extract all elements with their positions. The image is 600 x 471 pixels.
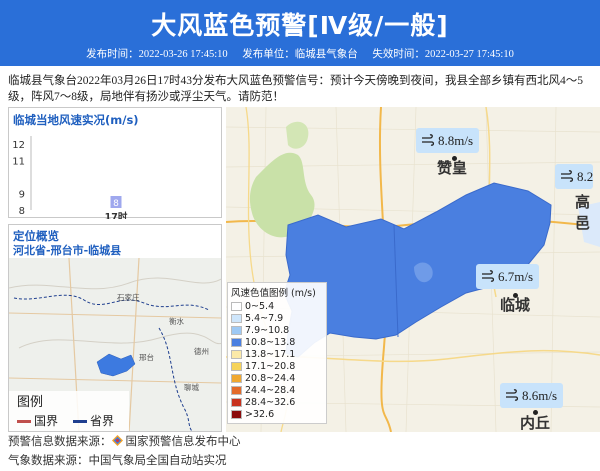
station-neiqiu[interactable]: 8.6m/s: [500, 383, 564, 408]
legend-label: 省界: [90, 414, 115, 428]
station-speed: 6.7m/s: [498, 269, 534, 284]
station-gaoyi[interactable]: 8.2: [555, 164, 594, 189]
city-label-gaoyi: 高邑: [575, 193, 591, 232]
warning-banner: 大风蓝色预警[Ⅳ级/一般] 发布时间：2022-03-26 17:45:10 发…: [0, 0, 600, 66]
scale-swatch: [231, 410, 242, 419]
map-label-shijiazhuang: 石家庄: [117, 292, 140, 302]
station-speed: 8.6m/s: [522, 388, 558, 403]
scale-label: 24.4~28.4: [245, 385, 296, 396]
legend-item-national-border: 国界: [17, 412, 58, 429]
scale-label: 5.4~7.9: [245, 313, 284, 324]
map-label-hengshui: 衡水: [169, 316, 184, 326]
scale-label: 17.1~20.8: [245, 361, 296, 372]
y-tick-label: 9: [19, 190, 25, 201]
scale-row: >32.6: [231, 409, 323, 421]
scale-swatch: [231, 350, 242, 359]
wind-icon: [506, 389, 519, 401]
wind-speed-panel: 临城当地风速实况(m/s) 8 9 11 12 8 17时: [8, 107, 222, 219]
location-panel: 定位概览 河北省-邢台市-临城县 石家庄 衡水 邢台 德州 聊城 图例 国界 省…: [8, 224, 222, 432]
warning-description: 临城县气象台2022年03月26日17时43分发布大风蓝色预警信号：预计今天傍晚…: [8, 75, 583, 103]
scale-row: 13.8~17.1: [231, 349, 323, 361]
station-speed: 8.8m/s: [438, 133, 474, 148]
wind-panel-title: 临城当地风速实况(m/s): [13, 113, 139, 127]
station-speed: 8.2: [577, 169, 594, 184]
scale-swatch: [231, 386, 242, 395]
city-label-zanhuang: 赞皇: [437, 159, 468, 177]
scale-swatch: [231, 302, 242, 311]
warning-center-logo-icon: [111, 435, 123, 446]
city-label-lincheng: 临城: [500, 296, 531, 314]
scale-row: 7.9~10.8: [231, 325, 323, 337]
scale-label: 7.9~10.8: [245, 325, 290, 336]
scale-label: 20.8~24.4: [245, 373, 296, 384]
scale-label: 0~5.4: [245, 301, 275, 312]
legend-item-province-border: 省界: [73, 412, 114, 429]
warning-source-label: 预警信息数据来源：: [8, 434, 112, 448]
weather-source-line: 气象数据来源：中国气象局全国自动站实况: [8, 453, 227, 467]
map-label-dezhou: 德州: [194, 346, 209, 356]
issue-time: 发布时间：2022-03-26 17:45:10: [86, 49, 228, 60]
scale-swatch: [231, 338, 242, 347]
scale-swatch: [231, 326, 242, 335]
y-tick-label: 11: [12, 157, 25, 168]
scale-label: 13.8~17.1: [245, 349, 296, 360]
city-label-neiqiu: 内丘: [520, 414, 551, 432]
legend-title: 图例: [17, 395, 44, 410]
wind-icon: [482, 270, 495, 282]
scale-row: 20.8~24.4: [231, 373, 323, 385]
y-tick-label: 12: [12, 140, 25, 151]
map-legend: 图例 国界 省界: [9, 391, 129, 431]
wind-icon: [422, 134, 435, 146]
scale-label: >32.6: [245, 409, 275, 420]
issuer: 发布单位：临城县气象台: [242, 49, 358, 60]
national-border-swatch: [17, 420, 31, 423]
scale-row: 0~5.4: [231, 301, 323, 313]
scale-label: 10.8~13.8: [245, 337, 296, 348]
data-label: 8: [113, 199, 119, 209]
province-border-swatch: [73, 420, 87, 423]
expire-time: 失效时间：2022-03-27 17:45:10: [372, 49, 514, 60]
warning-meta: 发布时间：2022-03-26 17:45:10 发布单位：临城县气象台 失效时…: [0, 46, 600, 61]
y-tick-label: 8: [19, 206, 25, 217]
station-zanhuang[interactable]: 8.8m/s: [416, 128, 480, 153]
station-lincheng[interactable]: 6.7m/s: [476, 264, 540, 289]
location-path: 河北省-邢台市-临城县: [13, 244, 122, 257]
scale-label: 28.4~32.6: [245, 397, 296, 408]
scale-title: 风速色值图例 (m/s): [231, 288, 316, 299]
warning-title: 大风蓝色预警[Ⅳ级/一般]: [151, 11, 449, 40]
legend-label: 国界: [34, 414, 59, 428]
x-tick-label: 17时: [105, 211, 128, 219]
scale-swatch: [231, 314, 242, 323]
map-label-liaocheng: 聊城: [184, 383, 199, 392]
map-label-xingtai: 邢台: [139, 352, 154, 362]
scale-row: 24.4~28.4: [231, 385, 323, 397]
scale-row: 28.4~32.6: [231, 397, 323, 409]
scale-row: 10.8~13.8: [231, 337, 323, 349]
scale-swatch: [231, 374, 242, 383]
scale-row: 5.4~7.9: [231, 313, 323, 325]
scale-swatch: [231, 398, 242, 407]
wind-icon: [561, 170, 574, 182]
wind-speed-chart: 8 9 11 12 8 17时: [12, 136, 128, 219]
scale-swatch: [231, 362, 242, 371]
scale-row: 17.1~20.8: [231, 361, 323, 373]
wind-speed-scale: 风速色值图例 (m/s) 0~5.4 5.4~7.9 7.9~10.8 10.8~13…: [227, 282, 327, 424]
warning-source-line: 预警信息数据来源： 国家预警信息发布中心: [8, 433, 241, 449]
warning-source-org: 国家预警信息发布中心: [125, 434, 241, 448]
